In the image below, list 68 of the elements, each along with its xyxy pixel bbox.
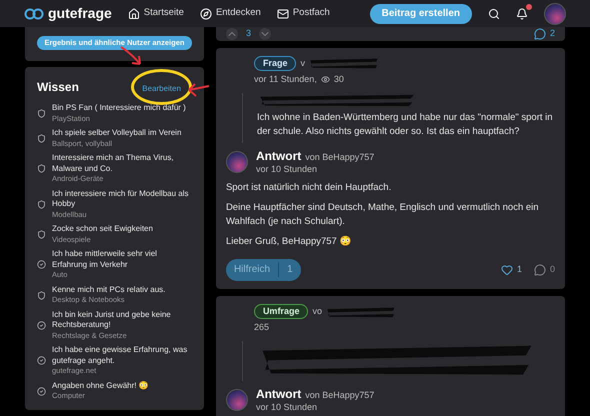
nav-link[interactable]: Postfach [276,6,330,21]
check-icon [37,356,46,366]
shield-icon [37,200,46,209]
post-author: vo [312,304,322,318]
notification-icon[interactable] [516,8,528,20]
card-title: Wissen [37,79,79,96]
home-icon [128,8,140,20]
heart-icon[interactable] [500,264,513,276]
answer-time: vor 10 Stunden [256,164,318,175]
post-time: 265 [254,321,269,334]
view-count: 30 [334,73,344,86]
shield-icon [37,164,46,174]
search-icon[interactable] [488,8,500,20]
shield-icon [37,230,46,239]
answer-label: Antwort [256,386,302,402]
comment-icon[interactable] [534,264,546,276]
logo-icon [24,6,44,20]
logo-text[interactable]: gutefrage [48,3,112,24]
comment-count: 2 [550,27,555,40]
answer-text: Sport ist natürlich nicht dein Hauptfach. [226,180,392,195]
compass-icon [200,8,212,20]
knowledge-text: Ich bin kein Jurist und gebe keine Rechtsberatung! [52,310,172,330]
knowledge-text: Ich habe mittlerweile sehr viel Erfahrung im Verkehr [52,249,158,270]
edit-link[interactable]: Bearbeiten [142,84,181,93]
knowledge-text: Ich spiele selber Volleyball im Verein [52,128,182,138]
answer-author[interactable]: von BeHappy757 [305,390,374,401]
comment-count: 0 [550,263,555,276]
arrow-annotation [120,46,144,68]
check-icon [37,386,46,396]
question-text: Ich wohne in Baden-Württemberg und habe nur das "normale" sport in der schule. Also nichts gewählt oder so. Ist das ein hauptfach? [256,110,554,138]
knowledge-text: Interessiere mich an Thema Virus, Malware und Co. [52,153,175,174]
like-count: 1 [516,263,522,276]
check-icon [37,320,46,330]
avatar [226,150,248,173]
shield-icon [37,290,46,300]
upvote-icon[interactable] [226,28,238,40]
answer-time: vor 10 Stunden [256,402,318,413]
answer-label: Antwort [256,148,302,164]
create-post-button[interactable]: Beitrag erstellen [370,4,472,24]
answer-author[interactable]: von BeHappy757 [305,152,374,163]
knowledge-text: Zocke schon seit Ewigkeiten [52,224,153,234]
shield-icon [37,134,46,143]
vote-count: 3 [246,27,251,40]
eye-icon [320,75,330,84]
knowledge-text: Angaben ohne Gewähr! 😳 [52,380,149,391]
check-icon [37,260,46,270]
helpful-button[interactable]: Hilfreich 1 [226,258,301,281]
post-time: vor 11 Stunden, [254,73,317,86]
arrow-annotation [186,82,210,98]
nav-link[interactable]: Entdecken [200,6,261,21]
downvote-icon[interactable] [258,28,271,40]
knowledge-text: Kenne mich mit PCs relativ aus. [52,284,166,295]
answer-text: Deine Hauptfächer sind Deutsch, Mathe, Englisch und vermutlich noch ein Wahlfach (je nach Schulart). [226,200,540,229]
comment-icon[interactable] [534,28,546,40]
avatar [226,388,248,411]
avatar [544,2,566,24]
knowledge-text: Ich interessiere mich für Modellbau als Hobby [52,188,190,210]
post-type-tag: Umfrage [254,304,308,320]
nav-link[interactable]: Startseite [128,6,184,21]
answer-text: Lieber Gruß, BeHappy757 😳 [226,234,352,249]
post-author: v [300,56,305,70]
knowledge-text: Ich habe eine gewisse Erfahrung, was gutefrage angeht. [52,345,188,366]
redaction-scribble [308,57,379,70]
mail-icon [276,8,289,20]
post-type-tag: Frage [254,56,296,71]
redaction-scribble [326,306,396,318]
knowledge-text: Bin PS Fan ( Interessiere mich dafür ) [52,103,186,114]
shield-icon [37,109,46,118]
